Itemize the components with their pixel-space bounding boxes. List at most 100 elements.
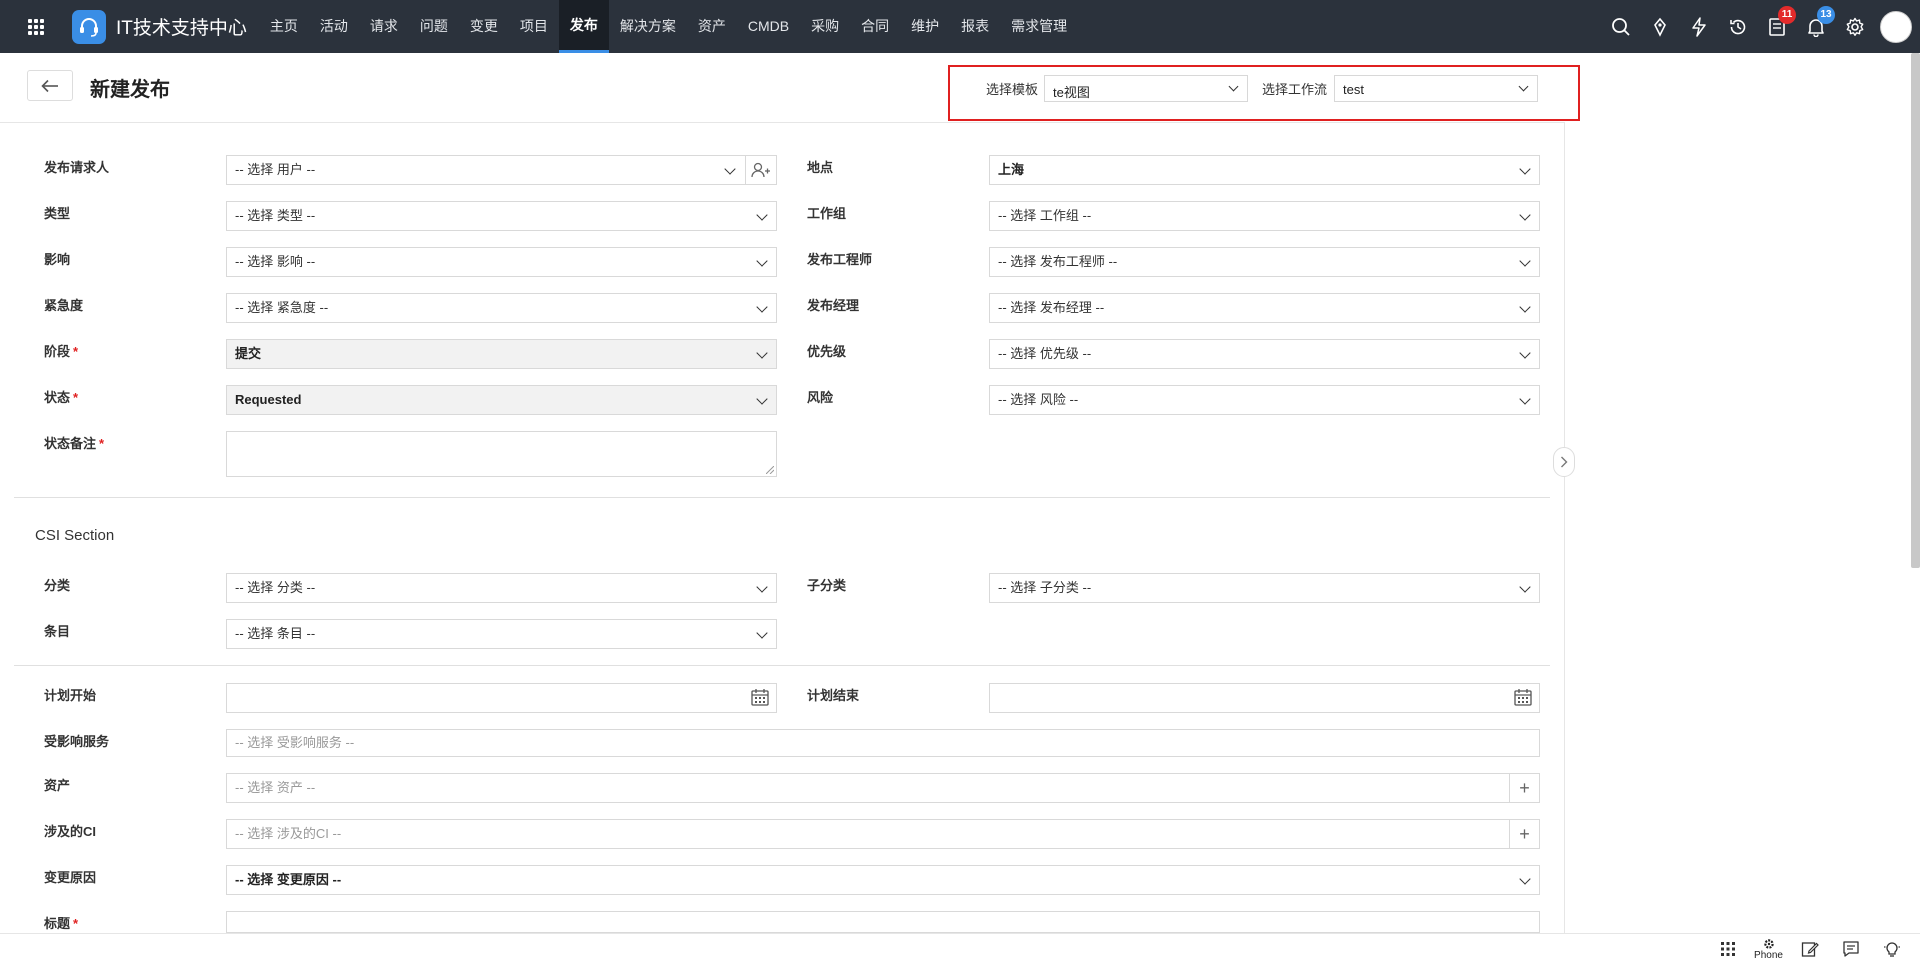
status-select[interactable]: Requested <box>226 385 777 415</box>
workflow-label: 选择工作流 <box>1262 82 1328 97</box>
nav-problems[interactable]: 问题 <box>409 0 459 53</box>
back-button[interactable] <box>27 70 73 101</box>
nav-demand[interactable]: 需求管理 <box>1000 0 1078 53</box>
settings-button[interactable] <box>1835 0 1874 53</box>
impact-select[interactable]: -- 选择 影响 -- <box>226 247 777 277</box>
category-label: 分类 <box>44 578 71 593</box>
divider <box>14 665 1550 666</box>
phone-settings-button[interactable]: Phone <box>1748 934 1789 964</box>
stage-select[interactable]: 提交 <box>226 339 777 369</box>
chat-button[interactable] <box>1830 934 1871 964</box>
divider <box>14 497 1550 498</box>
nav-requests[interactable]: 请求 <box>359 0 409 53</box>
bottom-toolbar: Phone <box>0 933 1920 963</box>
quick-action-button[interactable] <box>1679 0 1718 53</box>
template-value: te视图 <box>1053 85 1090 100</box>
requester-select[interactable]: -- 选择 用户 -- <box>226 155 777 185</box>
workflow-select[interactable]: test <box>1334 75 1538 102</box>
nav-purchase[interactable]: 采购 <box>800 0 850 53</box>
csi-section-title: CSI Section <box>35 527 115 544</box>
plus-icon: + <box>1519 824 1530 844</box>
dialpad-icon <box>1720 942 1735 956</box>
priority-label: 优先级 <box>807 344 847 359</box>
chevron-down-icon <box>756 581 768 593</box>
nav-cmdb[interactable]: CMDB <box>737 0 800 53</box>
requester-label: 发布请求人 <box>44 160 110 175</box>
ci-input[interactable]: -- 选择 涉及的CI -- + <box>226 819 1540 849</box>
calendar-icon <box>1514 689 1532 706</box>
nav-releases[interactable]: 发布 <box>558 0 609 53</box>
template-select[interactable]: te视图 <box>1044 75 1248 102</box>
chevron-down-icon <box>1519 301 1531 313</box>
history-icon <box>1729 19 1745 34</box>
plan-start-input[interactable] <box>226 683 777 713</box>
status-note-textarea[interactable] <box>226 431 777 477</box>
type-select[interactable]: -- 选择 类型 -- <box>226 201 777 231</box>
main-nav: 主页 活动 请求 问题 变更 项目 发布 解决方案 资产 CMDB 采购 合同 … <box>259 0 1078 53</box>
add-asset-button[interactable]: + <box>1509 773 1539 803</box>
add-user-button[interactable] <box>745 155 776 185</box>
chevron-down-icon <box>756 347 768 359</box>
impact-label: 影响 <box>44 252 71 267</box>
subcategory-select[interactable]: -- 选择 子分类 -- <box>989 573 1540 603</box>
assets-input[interactable]: -- 选择 资产 -- + <box>226 773 1540 803</box>
nav-activities[interactable]: 活动 <box>309 0 359 53</box>
chevron-down-icon <box>1519 255 1531 267</box>
search-button[interactable] <box>1601 0 1640 53</box>
nav-contracts[interactable]: 合同 <box>850 0 900 53</box>
lightbulb-icon <box>1883 942 1900 957</box>
nav-projects[interactable]: 项目 <box>509 0 559 53</box>
risk-label: 风险 <box>807 390 834 405</box>
urgency-label: 紧急度 <box>44 298 84 313</box>
user-avatar[interactable] <box>1880 10 1912 43</box>
reason-label: 变更原因 <box>44 870 97 885</box>
expand-panel-button[interactable] <box>1553 447 1575 477</box>
chevron-down-icon <box>1519 873 1531 885</box>
urgency-select[interactable]: -- 选择 紧急度 -- <box>226 293 777 323</box>
chevron-down-icon <box>1519 347 1531 359</box>
subject-input[interactable] <box>226 911 1540 933</box>
subcategory-label: 子分类 <box>807 578 847 593</box>
nav-assets[interactable]: 资产 <box>687 0 737 53</box>
location-label: 地点 <box>807 160 834 175</box>
page-scrollbar[interactable] <box>1911 53 1920 568</box>
ci-label: 涉及的CI <box>44 824 97 839</box>
nav-changes[interactable]: 变更 <box>459 0 509 53</box>
nav-reports[interactable]: 报表 <box>950 0 1000 53</box>
brand[interactable]: IT技术支持中心 <box>72 9 247 44</box>
history-button[interactable] <box>1718 0 1757 53</box>
bottom-icons: Phone <box>1707 934 1912 964</box>
notifications-badge: 13 <box>1817 6 1835 24</box>
item-select[interactable]: -- 选择 条目 -- <box>226 619 777 649</box>
app-launcher-button[interactable] <box>0 0 72 53</box>
stage-label: 阶段 * <box>44 344 79 359</box>
plan-end-input[interactable] <box>989 683 1540 713</box>
location-select[interactable]: 上海 <box>989 155 1540 185</box>
manager-select[interactable]: -- 选择 发布经理 -- <box>989 293 1540 323</box>
dialpad-button[interactable] <box>1707 934 1748 964</box>
tips-button[interactable] <box>1871 934 1912 964</box>
headset-logo-icon <box>72 9 106 44</box>
category-select[interactable]: -- 选择 分类 -- <box>226 573 777 603</box>
nav-home[interactable]: 主页 <box>259 0 309 53</box>
services-input[interactable]: -- 选择 受影响服务 -- <box>226 729 1540 757</box>
notifications-button[interactable]: 13 <box>1796 0 1835 53</box>
priority-select[interactable]: -- 选择 优先级 -- <box>989 339 1540 369</box>
engineer-select[interactable]: -- 选择 发布工程师 -- <box>989 247 1540 277</box>
risk-select[interactable]: -- 选择 风险 -- <box>989 385 1540 415</box>
nav-solutions[interactable]: 解决方案 <box>609 0 687 53</box>
ai-assistant-button[interactable] <box>1640 0 1679 53</box>
panel-divider <box>1564 123 1565 933</box>
group-select[interactable]: -- 选择 工作组 -- <box>989 201 1540 231</box>
page-title: 新建发布 <box>90 79 170 101</box>
top-icons: 11 13 <box>1601 0 1920 53</box>
phone-label: Phone <box>1754 949 1783 961</box>
nav-maintenance[interactable]: 维护 <box>900 0 950 53</box>
plus-icon: + <box>1519 778 1530 798</box>
chevron-down-icon <box>1228 81 1239 92</box>
add-ci-button[interactable]: + <box>1509 819 1539 849</box>
notes-button[interactable] <box>1789 934 1830 964</box>
reason-select[interactable]: -- 选择 变更原因 -- <box>226 865 1540 895</box>
tasks-button[interactable]: 11 <box>1757 0 1796 53</box>
item-label: 条目 <box>44 624 71 639</box>
